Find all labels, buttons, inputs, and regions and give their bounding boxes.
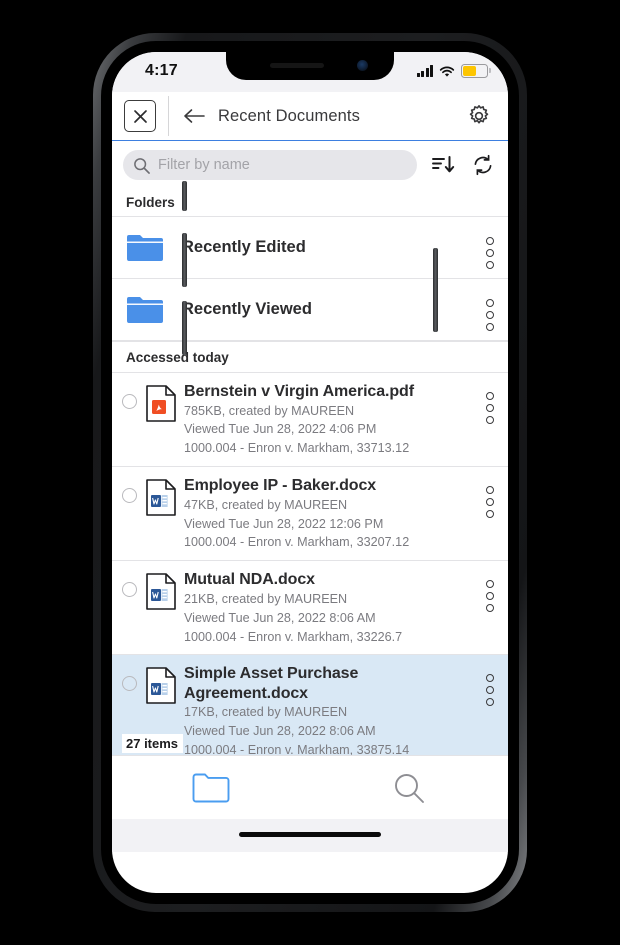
sort-descending-icon [431, 156, 454, 173]
folder-tab-icon [192, 773, 230, 802]
document-menu-button[interactable] [486, 392, 494, 458]
document-matter: 1000.004 - Enron v. Markham, 33226.7 [184, 629, 403, 644]
refresh-icon [474, 154, 492, 176]
search-icon [134, 157, 150, 174]
back-button[interactable] [182, 104, 206, 128]
folder-row[interactable]: Recently Edited [112, 217, 508, 279]
section-header-folders: Folders [112, 189, 508, 217]
folder-icon [127, 296, 163, 323]
document-info: Simple Asset Purchase Agreement.docx 17K… [184, 664, 480, 755]
folder-menu-button[interactable] [486, 236, 494, 269]
document-menu-button[interactable] [486, 486, 494, 552]
bottom-tab-bar [112, 755, 508, 819]
phone-device-frame: 4:17 Recent Documents Filter by name Fol… [93, 33, 527, 912]
document-name: Mutual NDA.docx [184, 571, 315, 589]
close-icon [133, 109, 147, 123]
filter-toolbar: Filter by name [112, 141, 508, 189]
front-camera-icon [357, 60, 368, 71]
document-menu-button[interactable] [486, 674, 494, 755]
document-info: Mutual NDA.docx 21KB, created by MAUREEN… [184, 570, 480, 646]
folder-menu-button[interactable] [486, 298, 494, 331]
battery-icon [461, 64, 491, 78]
row-select-checkbox[interactable] [122, 582, 137, 598]
home-indicator[interactable] [239, 832, 381, 837]
phone-notch [226, 52, 394, 80]
sort-button[interactable] [429, 151, 457, 179]
section-header-accessed-today: Accessed today [112, 341, 508, 373]
gear-icon [469, 105, 489, 124]
document-matter: 1000.004 - Enron v. Markham, 33207.12 [184, 535, 410, 550]
volume-down-button[interactable] [182, 301, 187, 355]
document-viewed: Viewed Tue Jun 28, 2022 8:06 AM [184, 724, 376, 739]
document-row[interactable]: Employee IP - Baker.docx 47KB, created b… [112, 467, 508, 562]
document-size: 21KB, created by MAUREEN [184, 591, 348, 606]
back-arrow-icon [184, 109, 205, 123]
cellular-bars-icon [416, 65, 433, 77]
word-file-icon [146, 479, 176, 552]
close-button[interactable] [124, 100, 156, 132]
refresh-button[interactable] [469, 151, 497, 179]
folder-icon [127, 234, 163, 261]
item-count-label: 27 items [122, 734, 184, 753]
document-row[interactable]: Mutual NDA.docx 21KB, created by MAUREEN… [112, 561, 508, 656]
row-select-checkbox[interactable] [122, 676, 137, 692]
search-tab-icon [395, 773, 424, 803]
document-viewed: Viewed Tue Jun 28, 2022 8:06 AM [184, 610, 376, 625]
document-matter: 1000.004 - Enron v. Markham, 33875.14 [184, 743, 410, 755]
document-name: Bernstein v Virgin America.pdf [184, 383, 414, 400]
document-size: 47KB, created by MAUREEN [184, 497, 348, 512]
power-button[interactable] [433, 248, 438, 332]
document-viewed: Viewed Tue Jun 28, 2022 4:06 PM [184, 422, 377, 437]
document-size: 785KB, created by MAUREEN [184, 403, 355, 418]
row-select-checkbox[interactable] [122, 488, 137, 504]
document-viewed: Viewed Tue Jun 28, 2022 12:06 PM [184, 516, 384, 531]
document-size: 17KB, created by MAUREEN [184, 705, 348, 720]
search-placeholder: Filter by name [158, 157, 250, 173]
document-info: Employee IP - Baker.docx 47KB, created b… [184, 476, 480, 552]
phone-screen: 4:17 Recent Documents Filter by name Fol… [112, 52, 508, 893]
document-name: Employee IP - Baker.docx [184, 477, 377, 495]
pdf-file-icon [146, 385, 176, 458]
earpiece-speaker-icon [270, 63, 324, 68]
tab-folders[interactable] [112, 772, 310, 804]
word-file-icon [146, 573, 176, 646]
page-title: Recent Documents [218, 106, 360, 125]
document-info: Bernstein v Virgin America.pdf 785KB, cr… [184, 382, 480, 458]
status-bar-time: 4:17 [145, 62, 178, 79]
document-matter: 1000.004 - Enron v. Markham, 33713.12 [184, 441, 410, 456]
volume-up-button[interactable] [182, 233, 187, 287]
folder-row[interactable]: Recently Viewed [112, 279, 508, 341]
document-list[interactable]: Folders Recently Edited Recently Viewed … [112, 189, 508, 755]
header-divider [168, 96, 169, 136]
wifi-icon [439, 65, 455, 77]
home-indicator-area [112, 819, 508, 852]
document-menu-button[interactable] [486, 580, 494, 646]
settings-button[interactable] [466, 103, 492, 129]
document-row[interactable]: Bernstein v Virgin America.pdf 785KB, cr… [112, 373, 508, 468]
status-bar-indicators [416, 64, 491, 78]
app-header: Recent Documents [112, 92, 508, 141]
tab-search[interactable] [310, 771, 508, 805]
search-input[interactable]: Filter by name [123, 150, 417, 180]
screenshot-stage: 4:17 Recent Documents Filter by name Fol… [0, 0, 620, 945]
document-name: Simple Asset Purchase Agreement.docx [184, 665, 359, 702]
silent-switch[interactable] [182, 181, 187, 211]
row-select-checkbox[interactable] [122, 394, 137, 409]
